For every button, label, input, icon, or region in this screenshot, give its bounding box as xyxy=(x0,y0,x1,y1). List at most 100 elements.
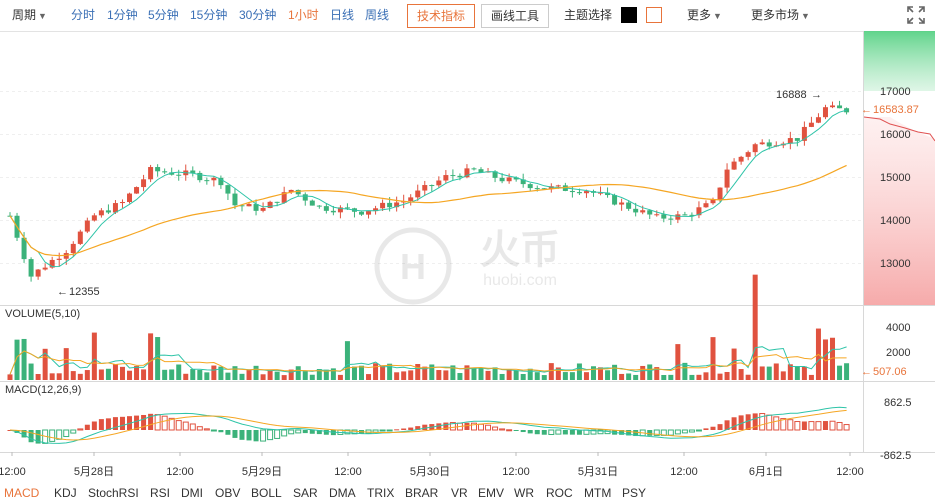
tab-wr[interactable]: WR xyxy=(514,486,534,500)
period-dropdown[interactable]: 周期 ▼ xyxy=(12,0,47,31)
macd-bar xyxy=(499,428,506,431)
volume-indicator-label: VOLUME(5,10) xyxy=(5,308,80,320)
candle-body xyxy=(731,161,737,170)
tab-vr[interactable]: VR xyxy=(451,486,468,500)
candle-body xyxy=(119,202,125,204)
candle-body xyxy=(225,185,231,194)
volume-bar xyxy=(520,373,526,380)
more-dropdown[interactable]: 更多 ▼ xyxy=(687,0,722,31)
time-label: 5月31日 xyxy=(578,466,618,478)
tab-roc[interactable]: ROC xyxy=(546,486,573,500)
tab-dmi[interactable]: DMI xyxy=(181,486,203,500)
tab-emv[interactable]: EMV xyxy=(478,486,504,500)
tab-obv[interactable]: OBV xyxy=(215,486,240,500)
period-1hour[interactable]: 1小时 xyxy=(288,0,319,31)
macd-bar xyxy=(379,429,386,432)
volume-bar xyxy=(773,363,779,380)
kline-chart-canvas[interactable]: H 火币 huobi.com 16888 → ← 12355 17000 160… xyxy=(0,31,935,483)
tab-mtm[interactable]: MTM xyxy=(584,486,611,500)
time-label: 12:00 xyxy=(334,466,362,478)
tab-trix[interactable]: TRIX xyxy=(367,486,394,500)
volume-bar xyxy=(281,375,287,380)
draw-tool-button[interactable]: 画线工具 xyxy=(481,4,550,28)
current-price-label: 16583.87 xyxy=(873,104,919,116)
volume-bar xyxy=(513,370,519,380)
macd-bar xyxy=(801,421,807,430)
macd-bar xyxy=(288,429,295,435)
tab-kdj[interactable]: KDJ xyxy=(54,486,77,500)
macd-bar xyxy=(401,428,407,430)
volume-bar xyxy=(844,363,850,380)
macd-bar xyxy=(836,421,843,431)
period-30min[interactable]: 30分钟 xyxy=(239,0,276,31)
tech-indicator-button[interactable]: 技术指标 xyxy=(407,4,476,28)
tab-stochrsi[interactable]: StochRSI xyxy=(88,486,139,500)
watermark-text: 火币 xyxy=(480,228,560,272)
candle-body xyxy=(738,156,744,162)
period-5min[interactable]: 5分钟 xyxy=(148,0,179,31)
candle-body xyxy=(668,218,674,220)
volume-bar xyxy=(485,370,491,380)
candle-body xyxy=(675,214,681,220)
period-15min[interactable]: 15分钟 xyxy=(190,0,227,31)
macd-bar xyxy=(28,430,34,443)
volume-bar xyxy=(204,372,210,380)
macd-bar xyxy=(731,417,737,430)
tab-dma[interactable]: DMA xyxy=(329,486,356,500)
volume-bar xyxy=(541,375,547,380)
volume-bar xyxy=(429,364,435,380)
macd-bar xyxy=(703,428,709,430)
candle-body xyxy=(619,202,625,205)
candle-body xyxy=(633,208,639,213)
volume-bar xyxy=(808,374,814,380)
volume-bar xyxy=(295,366,301,380)
macd-bar xyxy=(246,430,252,441)
period-1min[interactable]: 1分钟 xyxy=(107,0,138,31)
time-label: 12:00 xyxy=(0,466,26,478)
macd-bar xyxy=(281,429,288,437)
candle-body xyxy=(443,175,449,181)
macd-bar xyxy=(239,430,245,440)
volume-bar xyxy=(696,374,702,380)
tab-boll[interactable]: BOLL xyxy=(251,486,282,500)
theme-light-swatch[interactable] xyxy=(646,7,662,23)
volume-bar xyxy=(612,364,618,380)
volume-bar xyxy=(506,369,512,380)
tab-rsi[interactable]: RSI xyxy=(150,486,170,500)
theme-dark-swatch[interactable] xyxy=(621,7,637,23)
tab-psy[interactable]: PSY xyxy=(622,486,646,500)
macd-bar xyxy=(808,421,815,431)
macd-bar xyxy=(105,418,111,430)
macd-bar xyxy=(548,429,555,436)
more-markets-dropdown[interactable]: 更多市场 ▼ xyxy=(751,0,810,31)
candle-body xyxy=(837,105,843,109)
period-timeline[interactable]: 分时 xyxy=(71,0,95,31)
volume-bar xyxy=(703,372,709,380)
candle-body xyxy=(569,190,575,193)
candle-body xyxy=(28,259,34,277)
tab-sar[interactable]: SAR xyxy=(293,486,318,500)
arrow-right-icon: → xyxy=(811,89,822,101)
candle-body xyxy=(70,243,76,254)
candle-body xyxy=(640,210,646,213)
volume-bar xyxy=(14,339,20,380)
kline-chart[interactable]: H 火币 huobi.com 16888 → ← 12355 17000 160… xyxy=(0,31,935,483)
period-daily[interactable]: 日线 xyxy=(330,0,354,31)
candle-body xyxy=(717,187,723,200)
volume-bar xyxy=(401,371,407,380)
period-weekly[interactable]: 周线 xyxy=(365,0,389,31)
volume-bar xyxy=(457,373,463,380)
candle-body xyxy=(457,175,463,178)
macd-bar xyxy=(253,430,259,442)
candle-body xyxy=(830,105,836,108)
fullscreen-icon[interactable] xyxy=(906,5,926,25)
tab-brar[interactable]: BRAR xyxy=(405,486,438,500)
volume-bar xyxy=(246,369,252,380)
macd-bar xyxy=(218,430,224,433)
candle-body xyxy=(302,194,308,201)
macd-bar xyxy=(49,429,56,442)
volume-bar xyxy=(471,368,477,380)
tab-macd[interactable]: MACD xyxy=(4,486,39,500)
volume-bar xyxy=(119,366,125,380)
volume-bar xyxy=(605,370,611,380)
